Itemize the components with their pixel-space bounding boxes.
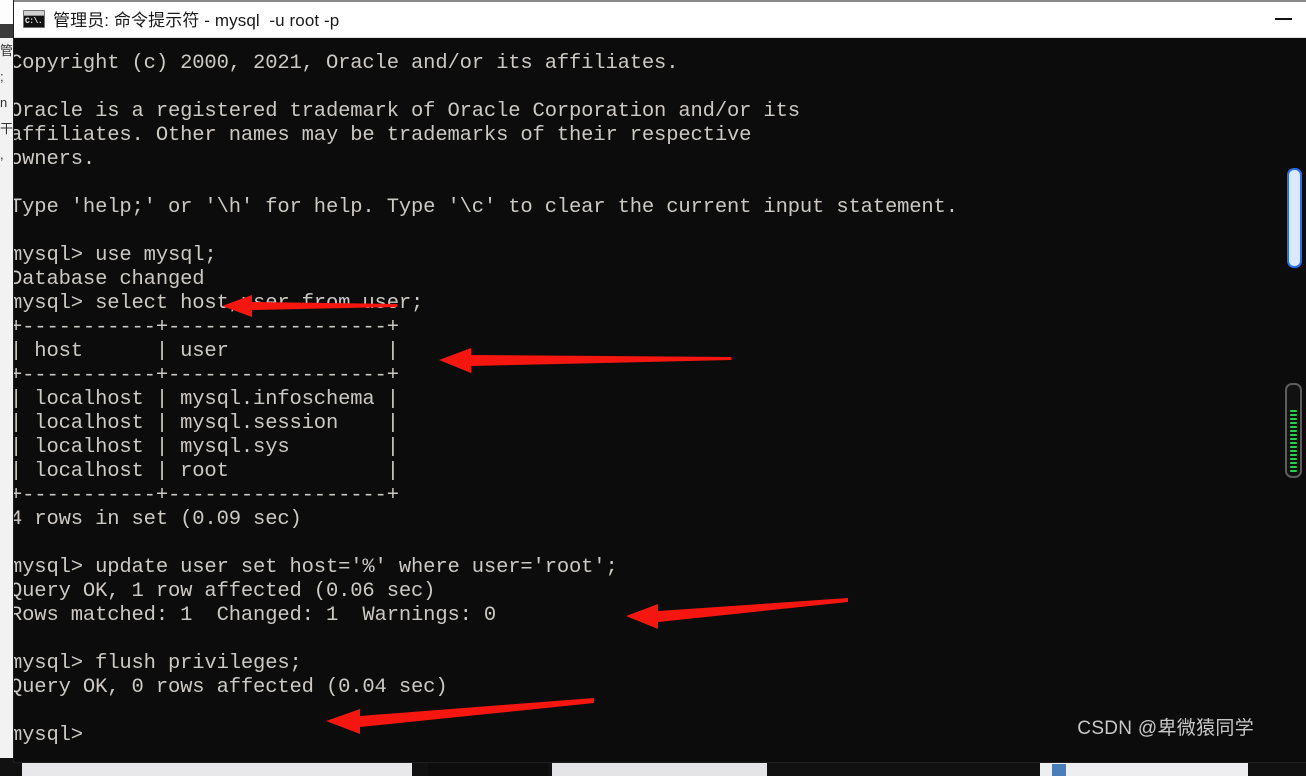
battery-cell bbox=[1290, 470, 1297, 472]
window-controls bbox=[1260, 0, 1306, 38]
minimize-icon bbox=[1274, 18, 1292, 20]
minimize-button[interactable] bbox=[1260, 0, 1306, 38]
terminal-output-area[interactable]: Copyright (c) 2000, 2021, Oracle and/or … bbox=[14, 38, 1306, 762]
window-titlebar[interactable]: C:\. 管理员: 命令提示符 - mysql -u root -p bbox=[14, 0, 1306, 38]
battery-cell bbox=[1290, 454, 1297, 456]
battery-cell bbox=[1290, 438, 1297, 440]
console-icon-glyph: C:\. bbox=[24, 15, 44, 27]
battery-cell bbox=[1290, 442, 1297, 444]
background-task-item[interactable] bbox=[428, 760, 548, 776]
battery-cell bbox=[1290, 434, 1297, 436]
battery-cell bbox=[1290, 414, 1297, 416]
console-icon: C:\. bbox=[23, 9, 45, 28]
background-task-item[interactable] bbox=[552, 760, 767, 776]
background-window-left-edge[interactable]: 管 ; n 干 , bbox=[0, 38, 14, 768]
csdn-watermark: CSDN @卑微猿同学 bbox=[1077, 718, 1254, 739]
window-title: 管理员: 命令提示符 - mysql -u root -p bbox=[53, 11, 340, 30]
battery-cell bbox=[1290, 458, 1297, 460]
battery-cell bbox=[1290, 466, 1297, 468]
battery-cell bbox=[1290, 446, 1297, 448]
battery-cell bbox=[1290, 410, 1297, 412]
battery-cell bbox=[1290, 430, 1297, 432]
battery-cell bbox=[1290, 418, 1297, 420]
command-prompt-window: C:\. 管理员: 命令提示符 - mysql -u root -p Copyr… bbox=[14, 0, 1306, 762]
background-task-item[interactable] bbox=[1040, 760, 1248, 776]
battery-cell bbox=[1290, 426, 1297, 428]
battery-cell bbox=[1290, 462, 1297, 464]
battery-cell bbox=[1290, 422, 1297, 424]
battery-indicator[interactable] bbox=[1285, 383, 1302, 478]
battery-cell bbox=[1290, 450, 1297, 452]
background-task-item[interactable] bbox=[22, 760, 412, 776]
background-ghost-icon bbox=[1052, 764, 1066, 776]
scrollbar-thumb[interactable] bbox=[1287, 168, 1302, 268]
terminal-text: Copyright (c) 2000, 2021, Oracle and/or … bbox=[14, 52, 958, 747]
